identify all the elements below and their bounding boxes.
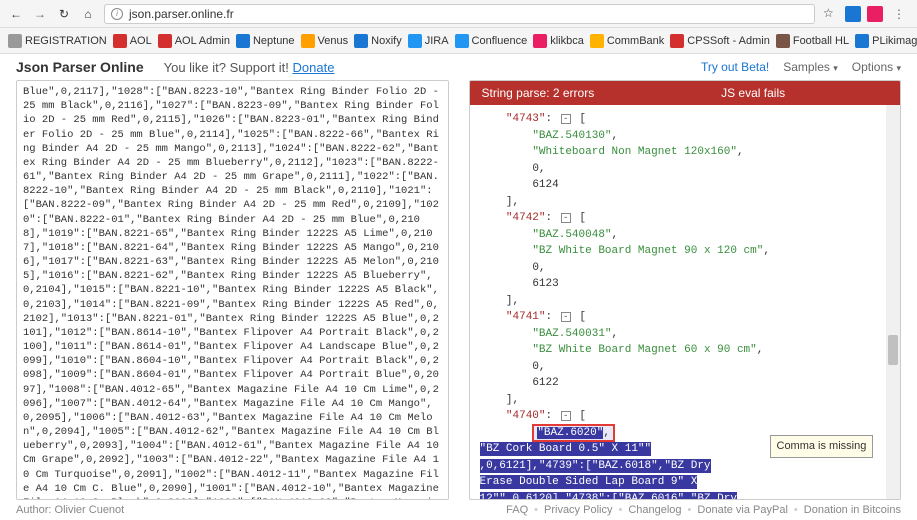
js-eval-fails: JS eval fails [606,86,900,100]
app-header: Json Parser Online You like it? Support … [0,54,917,80]
bookmark-registration[interactable]: REGISTRATION [8,34,107,48]
scrollbar-track[interactable] [886,105,900,499]
browser-toolbar: ← → ↻ ⌂ i json.parser.online.fr ☆ ⋮ [0,0,917,28]
bookmark-klikbca[interactable]: klikbca [533,34,584,48]
author-label: Author: Olivier Cuenot [16,504,124,516]
home-button[interactable]: ⌂ [80,6,96,22]
string-parse-errors: String parse: 2 errors [470,86,607,100]
selected-text[interactable]: 12"",0,6120],"4738":["BAZ.6016","BZ Dry [480,492,737,500]
bookmark-venus[interactable]: Venus [301,34,349,48]
url-text: json.parser.online.fr [129,7,234,21]
bookmark-plikimage[interactable]: PLikimage [855,34,917,48]
bookmark-confluence[interactable]: Confluence [455,34,528,48]
collapse-icon[interactable]: - [561,213,571,223]
error-tooltip: Comma is missing [770,435,874,458]
bookmark-neptune[interactable]: Neptune [236,34,295,48]
selected-text[interactable]: "BZ Cork Board 0.5" X 11"" [480,442,652,456]
collapse-icon[interactable]: - [561,411,571,421]
bookmarks-bar: REGISTRATION AOL AOL Admin Neptune Venus… [0,28,917,54]
extension-icon[interactable] [845,6,861,22]
chevron-down-icon: ▾ [833,63,838,73]
input-panel: Blue",0,2117],"1028":["BAN.8223-10","Ban… [16,80,449,500]
bookmark-jira[interactable]: JIRA [408,34,449,48]
selected-text[interactable]: ,0,6121],"4739":["BAZ.6018","BZ Dry [480,459,711,473]
bookmark-aol-admin[interactable]: AOL Admin [158,34,230,48]
support-text: You like it? Support it! Donate [164,60,335,75]
footer-donate-paypal[interactable]: Donate via PayPal [697,504,788,516]
collapse-icon[interactable]: - [561,312,571,322]
input-textarea[interactable]: Blue",0,2117],"1028":["BAN.8223-10","Ban… [17,81,448,499]
donate-link[interactable]: Donate [293,60,335,75]
info-icon[interactable]: i [111,8,123,20]
error-token[interactable]: "BAZ.6020", [532,424,615,442]
bookmark-aol[interactable]: AOL [113,34,152,48]
options-dropdown[interactable]: Options ▾ [852,60,901,74]
footer: Author: Olivier Cuenot FAQ• Privacy Poli… [16,504,901,516]
url-bar[interactable]: i json.parser.online.fr [104,4,815,24]
collapse-icon[interactable]: - [561,114,571,124]
footer-faq[interactable]: FAQ [506,504,528,516]
reload-button[interactable]: ↻ [56,6,72,22]
extension-icons: ☆ ⋮ [823,6,909,22]
error-bar: String parse: 2 errors JS eval fails [470,81,901,105]
menu-button[interactable]: ⋮ [889,7,909,21]
scrollbar-thumb[interactable] [888,335,898,365]
footer-links: FAQ• Privacy Policy• Changelog• Donate v… [506,504,901,516]
bookmark-star-icon[interactable]: ☆ [823,6,839,22]
bookmark-football[interactable]: Football HL [776,34,849,48]
extension-icon[interactable] [867,6,883,22]
footer-donate-bitcoin[interactable]: Donation in Bitcoins [804,504,901,516]
main-container: Blue",0,2117],"1028":["BAN.8223-10","Ban… [0,80,917,500]
app-title: Json Parser Online [16,59,144,75]
footer-changelog[interactable]: Changelog [628,504,681,516]
tree-output[interactable]: "4743": - [ "BAZ.540130", "Whiteboard No… [470,105,901,499]
bookmark-commbank[interactable]: CommBank [590,34,664,48]
bookmark-noxify[interactable]: Noxify [354,34,402,48]
bookmark-cpssoft[interactable]: CPSSoft - Admin [670,34,770,48]
footer-privacy[interactable]: Privacy Policy [544,504,612,516]
selected-text[interactable]: Erase Double Sided Lap Board 9" X [480,475,698,489]
forward-button: → [32,6,48,22]
samples-dropdown[interactable]: Samples ▾ [783,60,838,74]
chevron-down-icon: ▾ [896,63,901,73]
try-beta-link[interactable]: Try out Beta! [701,60,769,74]
output-panel: String parse: 2 errors JS eval fails "47… [469,80,902,500]
back-button[interactable]: ← [8,6,24,22]
